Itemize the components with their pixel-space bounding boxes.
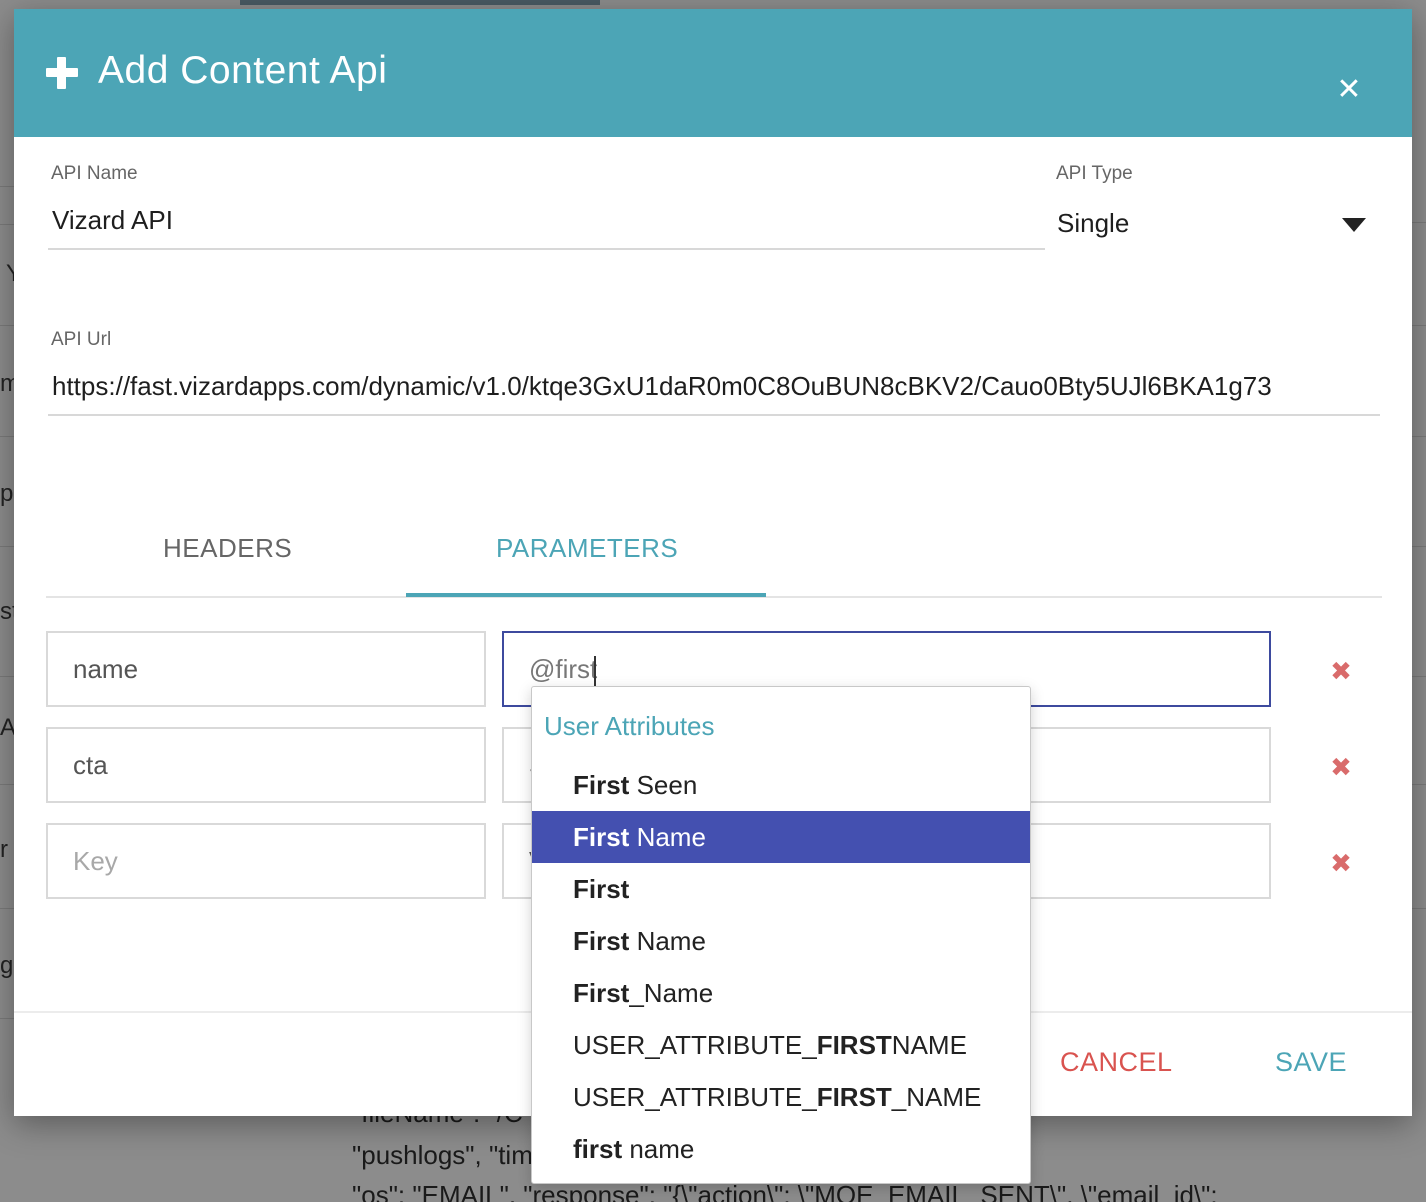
background-divider <box>0 676 14 677</box>
api-name-label: API Name <box>51 163 138 184</box>
background-divider <box>1412 784 1426 785</box>
text-cursor <box>594 656 597 687</box>
api-url-input[interactable]: https://fast.vizardapps.com/dynamic/v1.0… <box>52 371 1378 402</box>
suggestion-item[interactable]: First Name <box>532 915 1030 967</box>
caret-down-icon[interactable] <box>1342 218 1366 232</box>
tab-headers[interactable]: HEADERS <box>163 533 292 564</box>
api-type-select[interactable]: Single <box>1057 208 1317 239</box>
api-name-underline <box>48 248 1045 250</box>
api-url-underline <box>48 414 1380 416</box>
close-icon[interactable]: ✕ <box>1332 75 1366 109</box>
background-divider <box>1412 325 1426 326</box>
dropdown-group-header: User Attributes <box>544 711 715 741</box>
background-divider <box>0 325 14 326</box>
background-edge-text: gl <box>0 952 14 979</box>
delete-x-icon[interactable]: ✖ <box>1329 754 1353 780</box>
attribute-suggestions-dropdown: User Attributes First Seen First Name Fi… <box>531 686 1031 1184</box>
background-edge-text: A <box>0 714 14 741</box>
background-divider <box>0 784 14 785</box>
background-divider <box>0 1018 14 1019</box>
background-edge-text: pi <box>0 480 14 507</box>
background-divider <box>1412 222 1426 223</box>
suggestion-item[interactable]: First Name <box>532 811 1030 863</box>
delete-x-icon[interactable]: ✖ <box>1329 658 1353 684</box>
dialog-header: Add Content Api ✕ <box>14 9 1412 137</box>
param-key-input[interactable]: cta <box>46 727 486 803</box>
background-edge-text: st <box>0 598 14 625</box>
suggestion-item[interactable]: USER_ATTRIBUTE_FIRSTNAME <box>532 1019 1030 1071</box>
background-divider <box>0 186 14 187</box>
background-divider <box>1412 908 1426 909</box>
background-divider <box>1412 546 1426 547</box>
background-divider <box>1412 436 1426 437</box>
background-edge-text: m <box>0 370 14 397</box>
api-type-label: API Type <box>1056 163 1133 184</box>
background-divider <box>0 224 14 225</box>
api-url-label: API Url <box>51 329 112 350</box>
suggestion-item[interactable]: first name <box>532 1123 1030 1175</box>
suggestion-item[interactable]: First <box>532 863 1030 915</box>
tab-parameters[interactable]: PARAMETERS <box>496 533 678 564</box>
suggestion-item[interactable]: First Seen <box>532 759 1030 811</box>
dialog-title: Add Content Api <box>98 49 388 92</box>
background-divider <box>0 436 14 437</box>
param-value-text: @first <box>529 654 598 684</box>
background-tab-indicator <box>240 0 600 5</box>
param-key-input[interactable]: name <box>46 631 486 707</box>
background-edge-text: r <box>0 836 8 863</box>
plus-icon <box>46 57 78 89</box>
background-divider <box>0 546 14 547</box>
delete-x-icon[interactable]: ✖ <box>1329 850 1353 876</box>
background-divider <box>1412 676 1426 677</box>
save-button[interactable]: SAVE <box>1275 1047 1347 1078</box>
active-tab-indicator <box>406 593 766 597</box>
suggestion-item[interactable]: First_Name <box>532 967 1030 1019</box>
cancel-button[interactable]: CANCEL <box>1060 1047 1173 1078</box>
background-divider <box>0 908 14 909</box>
suggestion-item[interactable]: USER_ATTRIBUTE_FIRST_NAME <box>532 1071 1030 1123</box>
api-name-input[interactable]: Vizard API <box>52 205 1042 236</box>
param-key-input[interactable]: Key <box>46 823 486 899</box>
